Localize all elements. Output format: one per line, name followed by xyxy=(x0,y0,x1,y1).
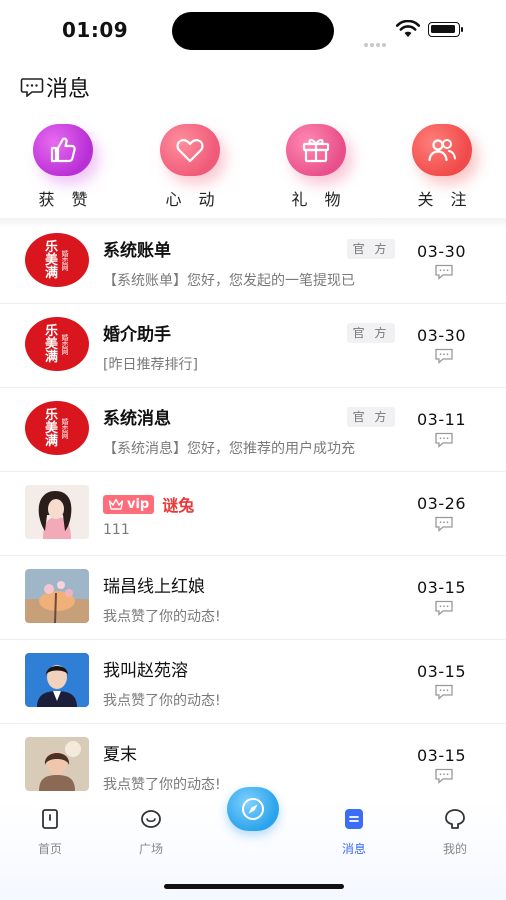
gifts-bubble xyxy=(286,124,346,176)
status-time: 01:09 xyxy=(62,18,129,42)
category-label: 心 动 xyxy=(165,190,221,209)
thumbs-up-icon xyxy=(50,137,76,163)
message-date: 03-15 xyxy=(417,746,466,765)
crown-icon xyxy=(108,498,124,510)
message-sender: 我叫赵苑溶 xyxy=(103,661,188,681)
gift-icon xyxy=(302,138,330,163)
category-shortcuts: 获 赞 心 动 礼 物 关 注 xyxy=(0,124,506,224)
tab-messages[interactable]: 消息 xyxy=(324,808,384,857)
home-indicator xyxy=(164,884,344,889)
center-discover-button[interactable] xyxy=(227,787,279,831)
category-gifts[interactable]: 礼 物 xyxy=(271,124,361,210)
reply-icon[interactable] xyxy=(434,348,454,364)
vip-badge: vip xyxy=(103,494,155,514)
official-tag: 官 方 xyxy=(347,323,395,343)
wifi-icon xyxy=(396,20,420,37)
message-sender: 夏末 xyxy=(103,745,137,765)
user-avatar xyxy=(25,485,89,539)
tab-label: 首页 xyxy=(37,842,62,856)
category-label: 获 赞 xyxy=(38,190,94,209)
message-preview: 【系统消息】您好，您推荐的用户成功充 xyxy=(103,441,355,457)
plaza-icon xyxy=(141,810,161,828)
home-icon xyxy=(42,809,58,829)
page-header: 消息 xyxy=(20,72,90,102)
message-preview: 我点赞了你的动态! xyxy=(103,693,221,709)
message-sender: 系统账单 xyxy=(103,241,171,261)
message-date: 03-11 xyxy=(417,410,466,429)
crush-bubble xyxy=(160,124,220,176)
status-bar: 01:09 xyxy=(0,0,506,60)
logo-text: 乐美满 xyxy=(45,239,59,281)
user-avatar xyxy=(25,569,89,623)
heart-icon xyxy=(176,139,204,163)
message-date: 03-30 xyxy=(417,326,466,345)
tab-label: 消息 xyxy=(341,842,366,856)
message-row-user[interactable]: 我叫赵苑溶 我点赞了你的动态! 03-15 xyxy=(0,640,506,724)
vip-label: vip xyxy=(127,496,150,512)
official-tag: 官 方 xyxy=(347,407,395,427)
profile-icon xyxy=(445,809,465,829)
message-sender: 瑞昌线上红娘 xyxy=(103,577,205,597)
official-tag: 官 方 xyxy=(347,239,395,259)
page-title: 消息 xyxy=(46,77,91,102)
follow-bubble xyxy=(412,124,472,176)
category-likes[interactable]: 获 赞 xyxy=(18,124,108,210)
brand-logo-avatar: 乐美满 婚恋网 xyxy=(25,233,89,287)
message-date: 03-15 xyxy=(417,662,466,681)
category-follow[interactable]: 关 注 xyxy=(397,124,487,210)
message-date: 03-26 xyxy=(417,494,466,513)
battery-icon xyxy=(428,22,463,37)
message-preview: [昨日推荐排行] xyxy=(103,357,198,373)
reply-icon[interactable] xyxy=(434,684,454,700)
message-list: 乐美满 婚恋网 系统账单 官 方 【系统账单】您好，您发起的一笔提现已 03-3… xyxy=(0,220,506,808)
category-label: 礼 物 xyxy=(291,190,347,209)
reply-icon[interactable] xyxy=(434,264,454,280)
message-row-system-bill[interactable]: 乐美满 婚恋网 系统账单 官 方 【系统账单】您好，您发起的一笔提现已 03-3… xyxy=(0,220,506,304)
reply-icon[interactable] xyxy=(434,432,454,448)
brand-logo-avatar: 乐美满 婚恋网 xyxy=(25,317,89,371)
tab-plaza[interactable]: 广场 xyxy=(121,808,181,857)
message-icon xyxy=(345,809,363,829)
message-row-matchmaker-assistant[interactable]: 乐美满 婚恋网 婚介助手 官 方 [昨日推荐排行] 03-30 xyxy=(0,304,506,388)
logo-subtext: 婚恋网 xyxy=(61,417,69,439)
logo-subtext: 婚恋网 xyxy=(61,249,69,271)
brand-logo-avatar: 乐美满 婚恋网 xyxy=(25,401,89,455)
reply-icon[interactable] xyxy=(434,600,454,616)
likes-bubble xyxy=(33,124,93,176)
logo-text: 乐美满 xyxy=(45,323,59,365)
message-date: 03-15 xyxy=(417,578,466,597)
category-label: 关 注 xyxy=(417,190,473,209)
signal-icon xyxy=(364,32,388,51)
message-sender: 谜兔 xyxy=(162,496,195,515)
message-row-vip-user[interactable]: vip 谜兔 111 03-26 xyxy=(0,472,506,556)
tab-profile[interactable]: 我的 xyxy=(425,808,485,857)
chat-bubble-icon xyxy=(20,78,44,97)
users-icon xyxy=(428,139,456,162)
dynamic-island xyxy=(172,12,334,50)
user-avatar xyxy=(25,653,89,707)
category-crush[interactable]: 心 动 xyxy=(145,124,235,210)
message-row-system-message[interactable]: 乐美满 婚恋网 系统消息 官 方 【系统消息】您好，您推荐的用户成功充 03-1… xyxy=(0,388,506,472)
logo-subtext: 婚恋网 xyxy=(61,333,69,355)
logo-text: 乐美满 xyxy=(45,407,59,449)
message-preview: 【系统账单】您好，您发起的一笔提现已 xyxy=(103,273,355,289)
reply-icon[interactable] xyxy=(434,768,454,784)
compass-icon xyxy=(242,798,264,820)
message-row-online-matchmaker[interactable]: 瑞昌线上红娘 我点赞了你的动态! 03-15 xyxy=(0,556,506,640)
user-avatar xyxy=(25,737,89,791)
vip-name-line: vip 谜兔 xyxy=(103,492,194,516)
message-preview: 111 xyxy=(103,522,130,538)
message-sender: 系统消息 xyxy=(103,409,171,429)
reply-icon[interactable] xyxy=(434,516,454,532)
message-date: 03-30 xyxy=(417,242,466,261)
tab-label: 我的 xyxy=(442,842,467,856)
tab-label: 广场 xyxy=(138,842,163,856)
message-sender: 婚介助手 xyxy=(103,325,171,345)
tab-home[interactable]: 首页 xyxy=(20,808,80,857)
message-preview: 我点赞了你的动态! xyxy=(103,609,221,625)
